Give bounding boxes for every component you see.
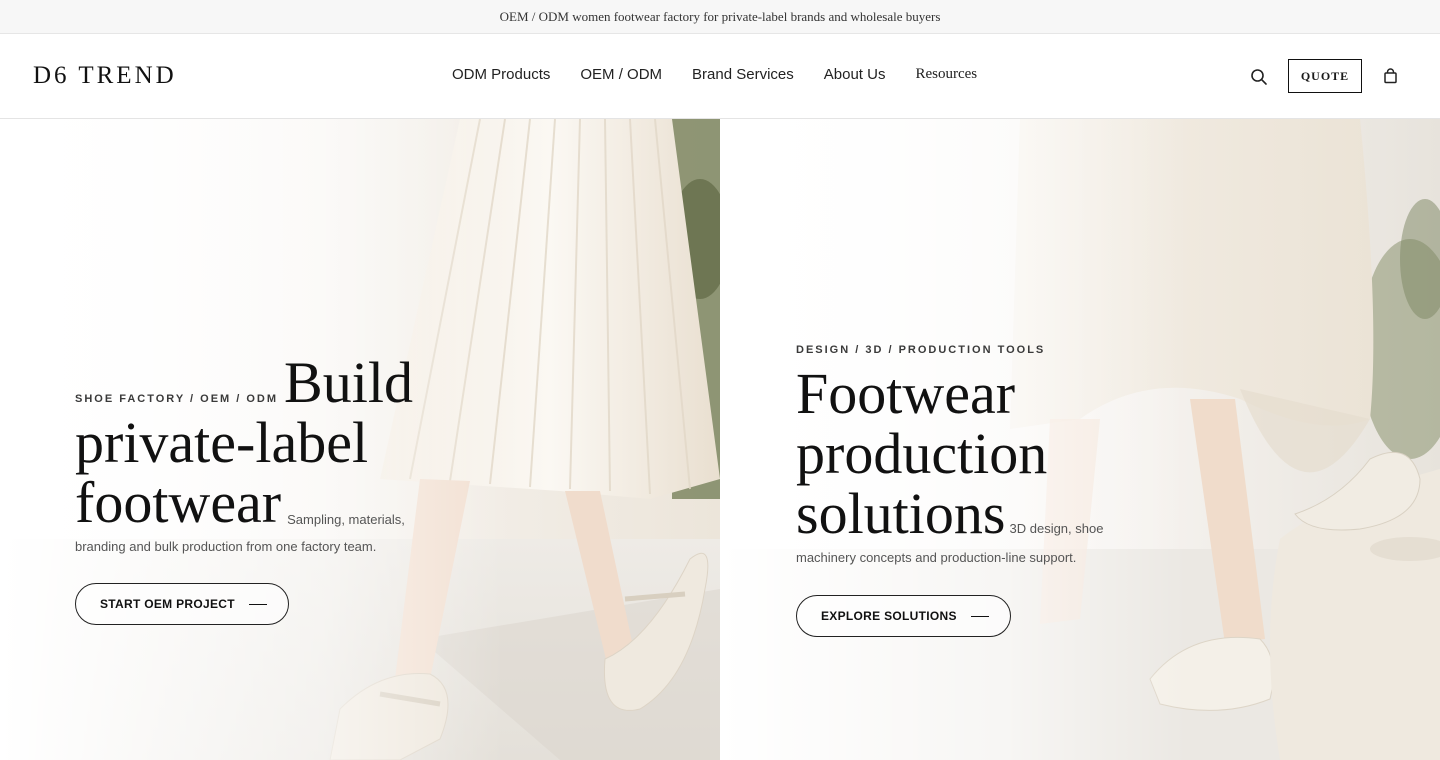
hero-left-headline-line-2: private-label <box>75 410 369 475</box>
hero-right-eyebrow: DESIGN / 3D / PRODUCTION TOOLS <box>796 344 1046 356</box>
nav-resources[interactable]: Resources <box>915 66 977 83</box>
explore-solutions-label: EXPLORE SOLUTIONS <box>821 609 957 623</box>
hero-left-desc-line-1: Sampling, materials, <box>287 512 405 527</box>
quote-button[interactable]: QUOTE <box>1288 59 1362 93</box>
hero-left: SHOE FACTORY / OEM / ODM Build private-l… <box>0 119 720 760</box>
nav-brand-services[interactable]: Brand Services <box>692 66 794 83</box>
logo[interactable]: D6 TREND <box>33 62 177 90</box>
hero-left-headline-line-3: footwear <box>75 470 282 535</box>
hero-right-headline-line-1: Footwear <box>796 361 1016 426</box>
hero-left-copy: SHOE FACTORY / OEM / ODM Build private-l… <box>75 353 455 560</box>
hero-right-desc-line-1: 3D design, shoe <box>1009 521 1104 536</box>
hero-right-copy: DESIGN / 3D / PRODUCTION TOOLS Footwear … <box>796 344 1216 571</box>
hero-right-headline-line-2: production <box>796 421 1048 486</box>
nav-oem-odm[interactable]: OEM / ODM <box>580 66 662 83</box>
main-nav: ODM Products OEM / ODM Brand Services Ab… <box>452 66 1007 83</box>
explore-solutions-button[interactable]: EXPLORE SOLUTIONS <box>796 595 1011 637</box>
hero-left-headline-line-1: Build <box>284 350 413 415</box>
announcement-text: OEM / ODM women footwear factory for pri… <box>499 8 941 24</box>
hero-right: DESIGN / 3D / PRODUCTION TOOLS Footwear … <box>720 119 1440 760</box>
start-oem-project-label: START OEM PROJECT <box>100 597 235 611</box>
arrow-line-icon <box>970 615 989 617</box>
hero-left-desc-line-2: branding and bulk production from one fa… <box>75 539 377 554</box>
bag-icon[interactable] <box>1383 68 1398 84</box>
hero-right-headline-line-3: solutions <box>796 481 1006 546</box>
arrow-line-icon <box>248 603 267 605</box>
site-header: D6 TREND ODM Products OEM / ODM Brand Se… <box>0 34 1440 119</box>
hero-right-desc-line-2: machinery concepts and production-line s… <box>796 550 1077 565</box>
hero-left-eyebrow: SHOE FACTORY / OEM / ODM <box>75 393 279 405</box>
announcement-bar: OEM / ODM women footwear factory for pri… <box>0 0 1440 34</box>
search-icon[interactable] <box>1250 68 1268 86</box>
nav-about-us[interactable]: About Us <box>824 66 886 83</box>
start-oem-project-button[interactable]: START OEM PROJECT <box>75 583 289 625</box>
nav-odm-products[interactable]: ODM Products <box>452 66 550 83</box>
